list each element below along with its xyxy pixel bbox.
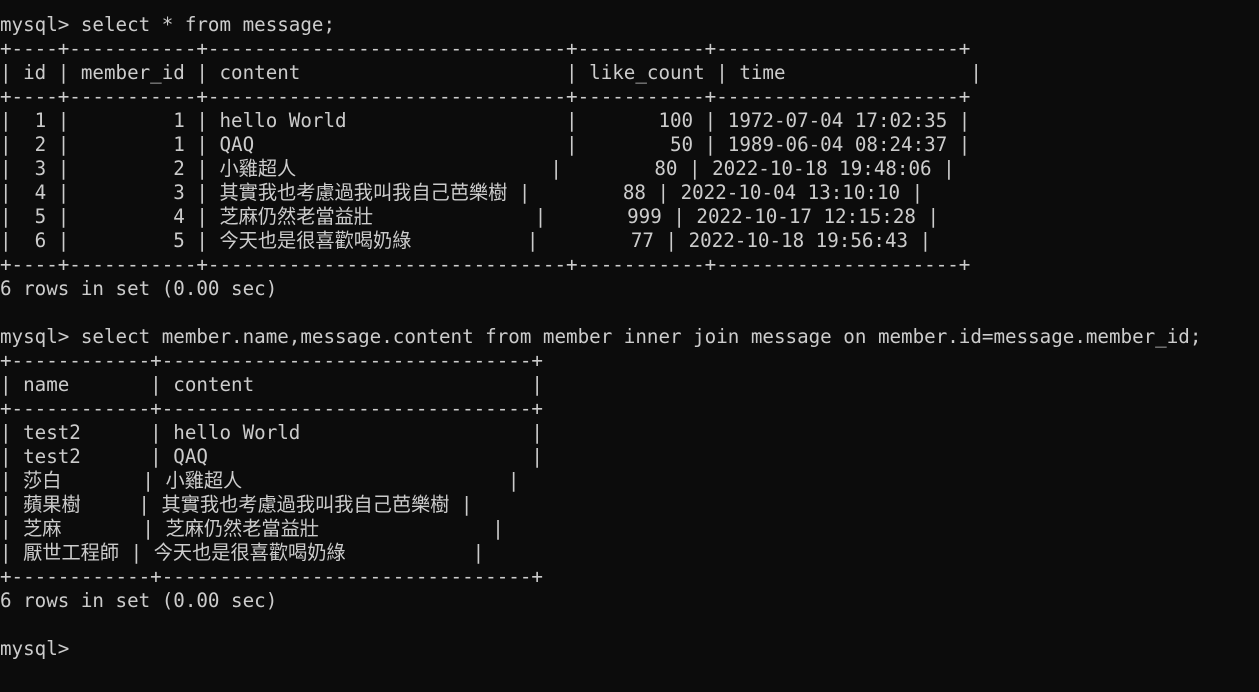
table-row: | 5 | 4 | 芝麻仍然老當益壯 | 999 | 2022-10-17 12… (0, 205, 940, 228)
table-row: | 蘋果樹 | 其實我也考慮過我叫我自己芭樂樹 | (0, 493, 473, 516)
table-row: | 2 | 1 | QAQ | 50 | 1989-06-04 08:24:37… (0, 133, 971, 156)
table-border: +----+-----------+----------------------… (0, 253, 971, 276)
table-border: +----+-----------+----------------------… (0, 37, 971, 60)
result-summary: 6 rows in set (0.00 sec) (0, 277, 278, 300)
table-border: +------------+--------------------------… (0, 349, 543, 372)
table-border: +------------+--------------------------… (0, 565, 543, 588)
table-row: | 芝麻 | 芝麻仍然老當益壯 | (0, 517, 504, 540)
table-row: | 3 | 2 | 小雞超人 | 80 | 2022-10-18 19:48:0… (0, 157, 955, 180)
command-prompt-line: mysql> select member.name,message.conten… (0, 325, 1202, 348)
active-prompt[interactable]: mysql> (0, 637, 1259, 661)
table-header-row: | id | member_id | content | like_count … (0, 61, 982, 84)
table-row: | 6 | 5 | 今天也是很喜歡喝奶綠 | 77 | 2022-10-18 1… (0, 229, 932, 252)
result-summary: 6 rows in set (0.00 sec) (0, 589, 278, 612)
table-row: | 1 | 1 | hello World | 100 | 1972-07-04… (0, 109, 971, 132)
table-row: | 厭世工程師 | 今天也是很喜歡喝奶綠 | (0, 541, 485, 564)
table-row: | test2 | hello World | (0, 421, 543, 444)
table-row: | 4 | 3 | 其實我也考慮過我叫我自己芭樂樹 | 88 | 2022-10… (0, 181, 924, 204)
terminal-window[interactable]: mysql> select * from message; +----+----… (0, 0, 1259, 692)
table-row: | 莎白 | 小雞超人 | (0, 469, 520, 492)
table-border: +------------+--------------------------… (0, 397, 543, 420)
command-prompt-line: mysql> select * from message; (0, 13, 336, 36)
table-row: | test2 | QAQ | (0, 445, 543, 468)
table-border: +----+-----------+----------------------… (0, 85, 971, 108)
table-header-row: | name | content | (0, 373, 543, 396)
